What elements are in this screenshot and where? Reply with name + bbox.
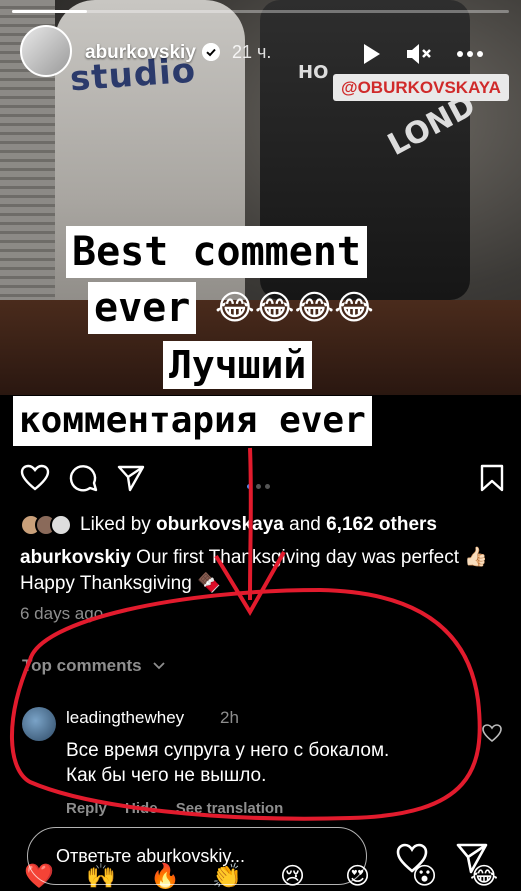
comment-like-heart-icon[interactable] bbox=[481, 722, 503, 744]
play-icon[interactable] bbox=[356, 40, 386, 68]
caption-line-1: Best comment bbox=[66, 226, 367, 278]
comment-icon[interactable] bbox=[68, 463, 98, 493]
hide-link[interactable]: Hide bbox=[125, 800, 158, 817]
comment-username[interactable]: leadingthewhey bbox=[66, 708, 184, 728]
story-like-heart-icon[interactable] bbox=[395, 841, 429, 875]
caption-line-2: ever bbox=[88, 282, 197, 334]
avatar bbox=[50, 514, 72, 536]
liked-by-avatars[interactable] bbox=[20, 514, 78, 536]
comment-time: 2h bbox=[220, 708, 239, 727]
comment-actions: Reply Hide See translation bbox=[66, 800, 283, 817]
liked-prefix: Liked by bbox=[80, 514, 157, 535]
carousel-dot-active bbox=[247, 484, 252, 489]
comment-line-1: Все время супруга у него с бокалом. bbox=[66, 740, 390, 761]
comment-text: Все время супруга у него с бокалом. Как … bbox=[66, 738, 466, 788]
liked-and: and bbox=[283, 514, 327, 535]
story-progress-fill bbox=[12, 10, 87, 13]
mute-icon[interactable] bbox=[403, 40, 433, 68]
caption-author[interactable]: aburkovskiy bbox=[20, 547, 131, 568]
post-time: 6 days ago bbox=[20, 604, 104, 623]
story-progress-bar bbox=[12, 10, 509, 13]
like-heart-icon[interactable] bbox=[20, 463, 50, 493]
author-avatar[interactable] bbox=[20, 25, 72, 77]
caption-line-4: комментария ever bbox=[13, 396, 372, 446]
see-translation-link[interactable]: See translation bbox=[176, 800, 284, 817]
share-icon[interactable] bbox=[116, 463, 146, 493]
comment-line-2: Как бы чего не вышло. bbox=[66, 765, 267, 786]
caption-line-3: Лучший bbox=[163, 341, 313, 389]
comment-avatar[interactable] bbox=[22, 707, 56, 741]
post-caption: aburkovskiy Our first Thanksgiving day w… bbox=[20, 545, 500, 597]
carousel-indicator bbox=[245, 476, 272, 494]
reply-input[interactable] bbox=[27, 827, 367, 885]
story-username[interactable]: aburkovskiy bbox=[85, 42, 196, 64]
liked-others[interactable]: 6,162 others bbox=[326, 514, 437, 535]
top-comments-dropdown[interactable]: Top comments bbox=[22, 656, 166, 676]
liked-by-text[interactable]: Liked by oburkovskaya and 6,162 others bbox=[80, 514, 437, 536]
verified-badge-icon bbox=[202, 43, 220, 61]
story-time: 21 ч. bbox=[232, 42, 272, 62]
shirt-text-ho: HO bbox=[298, 62, 329, 83]
send-direct-icon[interactable] bbox=[455, 841, 489, 875]
save-bookmark-icon[interactable] bbox=[477, 463, 507, 493]
caption-emojis: 😂😂😂😂 bbox=[215, 289, 374, 327]
top-comments-label: Top comments bbox=[22, 656, 142, 675]
mention-sticker[interactable]: @OBURKOVSKAYA bbox=[333, 74, 509, 101]
carousel-dot bbox=[256, 484, 261, 489]
chevron-down-icon bbox=[153, 662, 166, 670]
more-options-icon[interactable] bbox=[455, 40, 485, 68]
carousel-dot bbox=[265, 484, 270, 489]
reply-link[interactable]: Reply bbox=[66, 800, 107, 817]
liked-user[interactable]: oburkovskaya bbox=[156, 514, 284, 535]
